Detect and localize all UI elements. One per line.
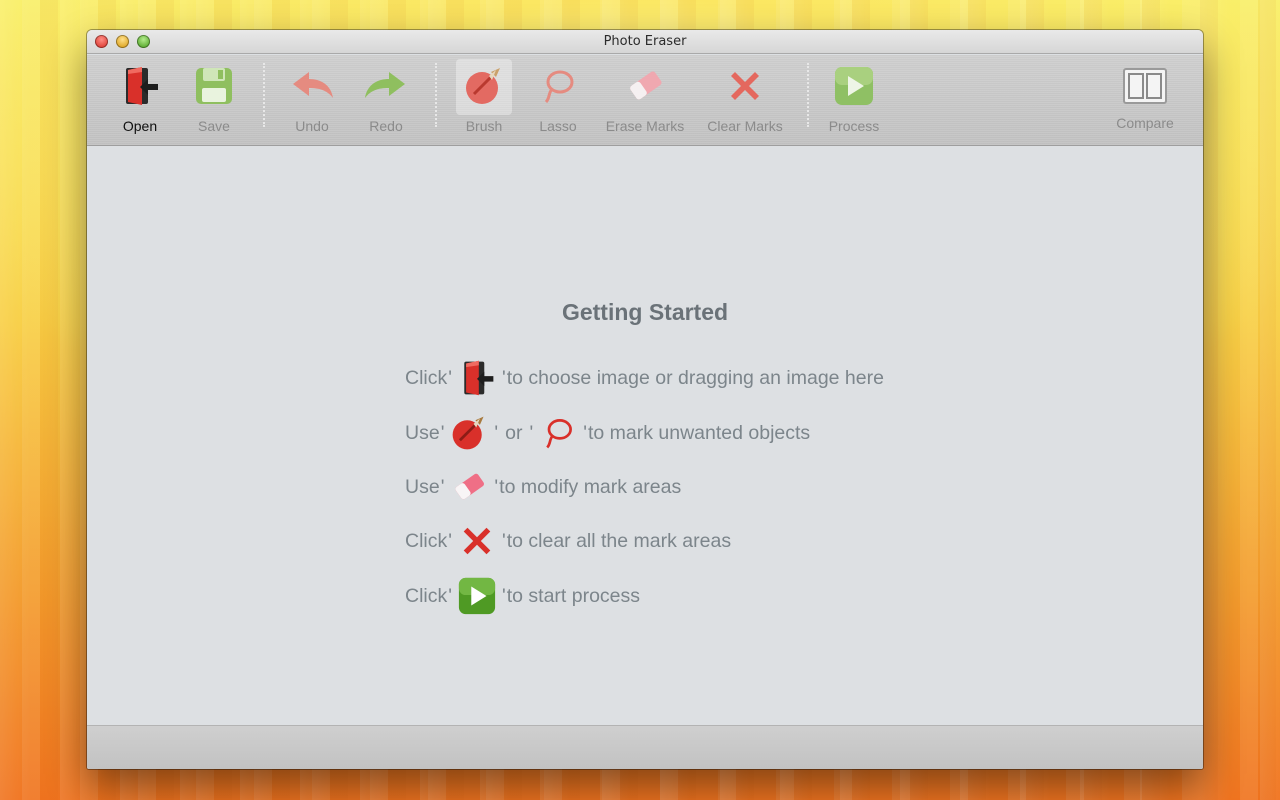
save-label: Save (198, 118, 230, 134)
split-view-icon (1122, 63, 1168, 109)
guide-suffix: to mark unwanted objects (587, 421, 811, 444)
guide-middle: or (505, 421, 523, 444)
lasso-icon (535, 63, 581, 109)
guide-prefix: Click (405, 529, 448, 552)
guide-prefix: Use (405, 421, 440, 444)
red-x-icon (722, 63, 768, 109)
getting-started-title: Getting Started (561, 299, 729, 325)
guide-suffix: to modify mark areas (499, 475, 682, 498)
clear-marks-button[interactable]: Clear Marks (699, 55, 791, 146)
save-button[interactable]: Save (185, 55, 243, 146)
eraser-icon (622, 63, 668, 109)
title-bar: Photo Eraser (87, 30, 1203, 54)
play-icon (831, 63, 877, 109)
erase-marks-label: Erase Marks (605, 118, 685, 134)
window-controls (95, 35, 150, 48)
guide-prefix: Use (405, 475, 440, 498)
guide-prefix: Click (405, 584, 448, 607)
close-window-button[interactable] (95, 35, 108, 48)
zoom-window-button[interactable] (137, 35, 150, 48)
brush-icon (461, 63, 507, 109)
floppy-disk-icon (191, 63, 237, 109)
redo-button[interactable]: Redo (357, 55, 415, 146)
guide-prefix: Click (405, 366, 448, 389)
erase-marks-button[interactable]: Erase Marks (599, 55, 691, 146)
red-x-icon (455, 519, 499, 563)
compare-label: Compare (1116, 115, 1174, 131)
toolbar-separator (435, 63, 437, 127)
guide-suffix: to choose image or dragging an image her… (506, 366, 884, 389)
undo-button[interactable]: Undo (283, 55, 341, 146)
window-title: Photo Eraser (603, 34, 687, 49)
undo-arrow-icon (289, 63, 335, 109)
lasso-label: Lasso (539, 118, 577, 134)
toolbar: Open Save Undo Redo Brush Lasso Erase Ma… (87, 55, 1203, 146)
guide-line-erase: Use ' ' to modify mark areas (405, 465, 681, 509)
brush-button[interactable]: Brush (455, 55, 513, 146)
eraser-icon (447, 465, 491, 509)
play-icon (455, 574, 499, 618)
process-label: Process (828, 118, 880, 134)
guide-line-open: Click ' ' to choose image or dragging an… (405, 356, 884, 400)
toolbar-separator (807, 63, 809, 127)
compare-button[interactable]: Compare (1109, 55, 1181, 146)
redo-arrow-icon (363, 63, 409, 109)
redo-label: Redo (369, 118, 403, 134)
lasso-button[interactable]: Lasso (529, 55, 587, 146)
guide-suffix: to clear all the mark areas (506, 529, 732, 552)
clear-marks-label: Clear Marks (707, 118, 783, 134)
guide-suffix: to start process (506, 584, 641, 607)
guide-line-clear: Click ' ' to clear all the mark areas (405, 519, 731, 563)
brush-label: Brush (465, 118, 503, 134)
guide-line-mark: Use ' ' or ' ' to mark unwanted objects (405, 411, 810, 455)
minimize-window-button[interactable] (116, 35, 129, 48)
open-door-icon (117, 63, 163, 109)
brush-icon (447, 411, 491, 455)
open-label: Open (122, 118, 158, 134)
open-button[interactable]: Open (111, 55, 169, 146)
toolbar-separator (263, 63, 265, 127)
getting-started-guide: Getting Started Click ' ' to choose imag… (87, 147, 1203, 725)
lasso-icon (536, 411, 580, 455)
image-drop-area[interactable]: Getting Started Click ' ' to choose imag… (87, 147, 1203, 725)
app-window: Photo Eraser Open Save Undo Redo Brush L… (87, 30, 1203, 769)
guide-line-process: Click ' ' to start process (405, 574, 640, 618)
open-door-icon (455, 356, 499, 400)
status-bar (87, 725, 1203, 769)
undo-label: Undo (295, 118, 329, 134)
process-button[interactable]: Process (825, 55, 883, 146)
